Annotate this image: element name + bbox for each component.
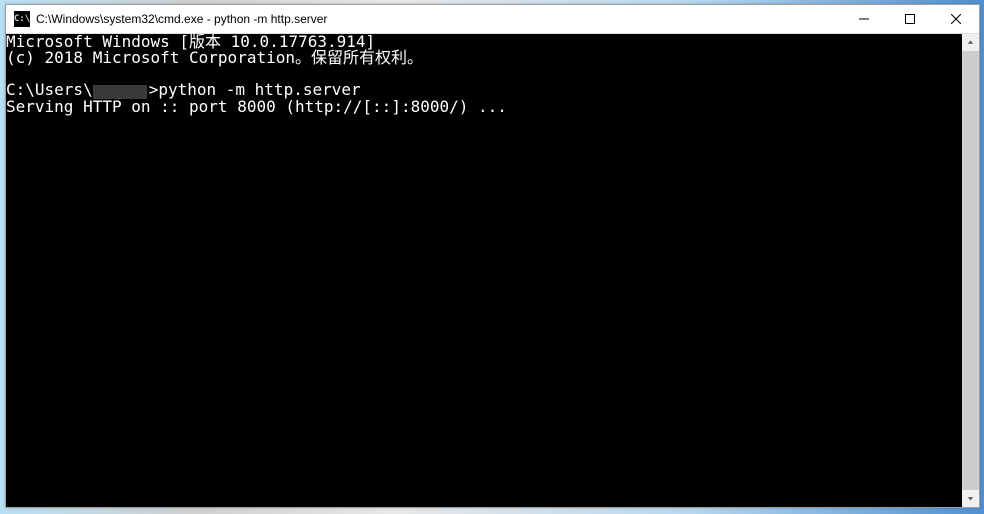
content-area: Microsoft Windows [版本 10.0.17763.914](c)… bbox=[6, 34, 979, 507]
terminal-output[interactable]: Microsoft Windows [版本 10.0.17763.914](c)… bbox=[6, 34, 962, 507]
minimize-button[interactable] bbox=[841, 5, 887, 33]
minimize-icon bbox=[859, 14, 869, 24]
cmd-window: C:\ C:\Windows\system32\cmd.exe - python… bbox=[5, 4, 980, 508]
window-controls bbox=[841, 5, 979, 33]
maximize-icon bbox=[905, 14, 915, 24]
maximize-button[interactable] bbox=[887, 5, 933, 33]
chevron-down-icon bbox=[967, 495, 974, 502]
scroll-track[interactable] bbox=[962, 51, 979, 490]
output-line: Serving HTTP on :: port 8000 (http://[::… bbox=[6, 99, 962, 115]
close-icon bbox=[951, 14, 961, 24]
scroll-thumb[interactable] bbox=[962, 51, 979, 490]
output-line: (c) 2018 Microsoft Corporation。保留所有权利。 bbox=[6, 50, 962, 66]
window-title: C:\Windows\system32\cmd.exe - python -m … bbox=[36, 12, 841, 26]
close-button[interactable] bbox=[933, 5, 979, 33]
cmd-icon: C:\ bbox=[14, 11, 30, 27]
scroll-up-button[interactable] bbox=[962, 34, 979, 51]
vertical-scrollbar[interactable] bbox=[962, 34, 979, 507]
chevron-up-icon bbox=[967, 39, 974, 46]
scroll-down-button[interactable] bbox=[962, 490, 979, 507]
titlebar[interactable]: C:\ C:\Windows\system32\cmd.exe - python… bbox=[6, 5, 979, 34]
